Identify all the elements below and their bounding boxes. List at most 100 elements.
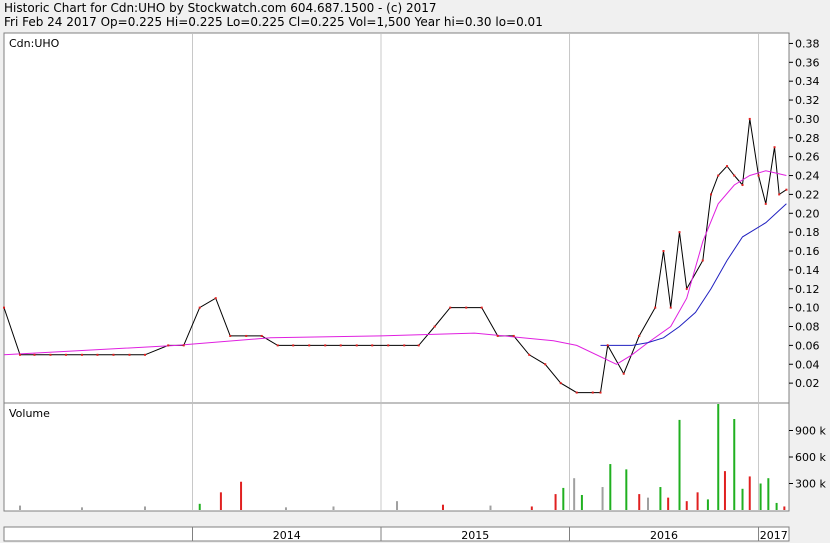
price-point xyxy=(182,344,185,347)
x-tick-label: 2015 xyxy=(461,529,489,542)
y-tick-label: 0.38 xyxy=(795,37,820,50)
y-tick-label: 0.14 xyxy=(795,264,820,277)
vol-tick-label: 900 k xyxy=(795,425,826,438)
volume-bar xyxy=(659,487,662,510)
volume-bar xyxy=(723,471,726,510)
price-point xyxy=(757,174,760,177)
price-point xyxy=(292,344,295,347)
volume-bar xyxy=(667,497,670,510)
y-tick-label: 0.28 xyxy=(795,132,820,145)
volume-bar xyxy=(19,505,22,510)
y-tick-label: 0.20 xyxy=(795,207,820,220)
y-tick-label: 0.06 xyxy=(795,339,820,352)
volume-bar xyxy=(775,502,778,510)
volume-label: Volume xyxy=(9,407,50,420)
vol-tick-label: 600 k xyxy=(795,451,826,464)
price-point xyxy=(778,193,781,196)
volume-bar xyxy=(717,404,720,510)
price-point xyxy=(480,306,483,309)
price-point xyxy=(622,372,625,375)
price-point xyxy=(559,382,562,385)
volume-bar xyxy=(741,488,744,510)
y-tick-label: 0.22 xyxy=(795,188,820,201)
volume-bar xyxy=(767,478,770,510)
vol-tick-label: 300 k xyxy=(795,478,826,491)
price-point xyxy=(433,325,436,328)
volume-bar xyxy=(678,419,681,510)
price-point xyxy=(449,306,452,309)
price-point xyxy=(49,353,52,356)
volume-bar xyxy=(332,506,335,510)
y-tick-label: 0.16 xyxy=(795,245,820,258)
x-tick-label: 2017 xyxy=(760,529,788,542)
price-point xyxy=(606,344,609,347)
volume-bar xyxy=(759,483,762,510)
x-tick-label: 2014 xyxy=(273,529,301,542)
y-tick-label: 0.10 xyxy=(795,302,820,315)
price-point xyxy=(678,231,681,234)
volume-bar xyxy=(284,507,287,510)
y-tick-label: 0.26 xyxy=(795,151,820,164)
volume-panel xyxy=(3,402,790,512)
price-point xyxy=(701,259,704,262)
volume-bar xyxy=(573,478,576,510)
price-point xyxy=(112,353,115,356)
price-point xyxy=(96,353,99,356)
volume-bar xyxy=(219,492,222,510)
price-point xyxy=(214,297,217,300)
volume-bar xyxy=(685,501,688,510)
y-tick-label: 0.08 xyxy=(795,321,820,334)
volume-bar xyxy=(580,494,583,510)
volume-bar xyxy=(396,501,399,510)
price-point xyxy=(371,344,374,347)
y-tick-label: 0.02 xyxy=(795,377,820,390)
y-tick-label: 0.12 xyxy=(795,283,820,296)
price-point xyxy=(260,334,263,337)
volume-bar xyxy=(696,492,699,510)
price-point xyxy=(669,306,672,309)
y-tick-label: 0.04 xyxy=(795,358,820,371)
price-point xyxy=(785,188,788,191)
price-point xyxy=(80,353,83,356)
price-point xyxy=(741,183,744,186)
volume-bar xyxy=(530,506,533,510)
volume-bar xyxy=(647,497,650,510)
price-point xyxy=(417,344,420,347)
volume-bar xyxy=(80,507,83,510)
volume-bar xyxy=(638,494,641,510)
stock-chart: 0.38 0.36 0.34 0.32 0.30 0.28 0.26 0.24 0.22 0.20… xyxy=(3,32,826,542)
volume-bar xyxy=(609,464,612,510)
price-panel xyxy=(3,32,790,404)
price-point xyxy=(638,334,641,337)
volume-bar xyxy=(625,469,628,510)
price-point xyxy=(276,344,279,347)
x-tick-label: 2016 xyxy=(650,529,678,542)
volume-bar xyxy=(489,505,492,510)
volume-bar xyxy=(748,476,751,510)
price-point xyxy=(591,391,594,394)
y-tick-label: 0.34 xyxy=(795,75,820,88)
price-point xyxy=(710,193,713,196)
price-point xyxy=(528,353,531,356)
price-point xyxy=(496,334,499,337)
price-point xyxy=(339,344,342,347)
price-point xyxy=(773,146,776,149)
price-point xyxy=(167,344,170,347)
volume-bar xyxy=(601,487,604,510)
volume-bar xyxy=(198,503,201,510)
price-point xyxy=(726,165,729,168)
volume-bar xyxy=(562,487,565,510)
price-point xyxy=(19,353,22,356)
price-point xyxy=(512,334,515,337)
price-point xyxy=(685,287,688,290)
price-y-axis: 0.38 0.36 0.34 0.32 0.30 0.28 0.26 0.24 0.22 0.20… xyxy=(789,37,820,390)
price-point xyxy=(575,391,578,394)
price-point xyxy=(128,353,131,356)
price-point xyxy=(3,306,5,309)
price-point xyxy=(355,344,358,347)
volume-y-axis: 900 k 600 k 300 k xyxy=(789,425,826,491)
price-point xyxy=(465,306,468,309)
volume-bar xyxy=(554,494,557,510)
price-point xyxy=(245,334,248,337)
price-point xyxy=(229,334,232,337)
